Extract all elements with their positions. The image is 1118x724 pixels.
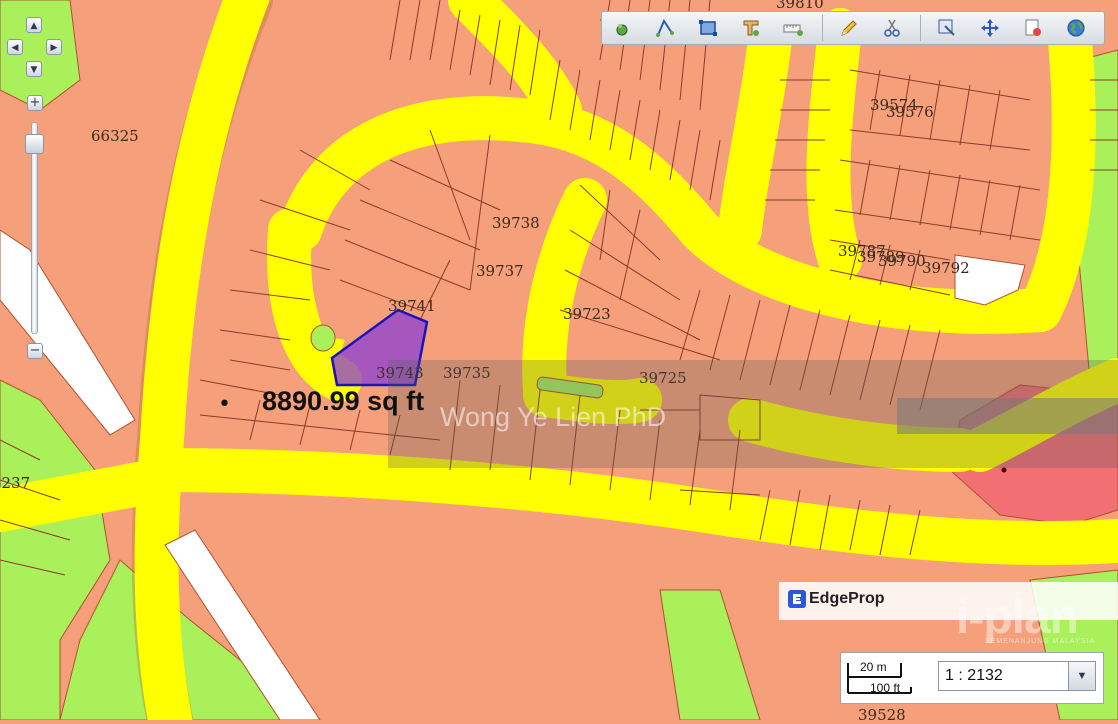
parcel-label-5237: 5237 (0, 474, 31, 492)
area-measurement: 8890.99 sq ft (262, 386, 425, 416)
zoom-out-button[interactable]: − (27, 343, 43, 359)
pan-tool[interactable] (976, 14, 1005, 42)
select-line-tool[interactable] (651, 14, 680, 42)
select-box-tool[interactable] (693, 14, 722, 42)
line-icon (656, 18, 675, 37)
point-icon (616, 24, 628, 36)
map-toolbar (601, 11, 1105, 45)
move-icon (981, 19, 1000, 37)
scale-metric-label: 20 m (860, 660, 887, 674)
parcel-label-39792: 39792 (922, 259, 970, 277)
iplan-watermark: i-plan (956, 591, 1079, 644)
globe-tool[interactable] (1061, 14, 1090, 42)
scale-ratio-value: 1 : 2132 (945, 667, 1003, 684)
measure-tool[interactable] (779, 14, 808, 42)
zoom-box-icon (938, 19, 956, 36)
pan-left-button[interactable]: ◀ (7, 39, 23, 55)
parcel-label-39790: 39790 (878, 252, 926, 270)
zoom-in-button[interactable]: + (27, 95, 43, 111)
zoom-slider-track[interactable] (31, 122, 38, 334)
pencil-icon (841, 20, 857, 36)
scale-select[interactable]: 1 : 2132 ▼ (938, 661, 1096, 691)
select-point-tool[interactable] (608, 14, 637, 42)
polygon-icon (743, 20, 759, 36)
iplan-subtitle: SEMENANJUNG MALAYSIA (985, 638, 1096, 645)
select-polygon-tool[interactable] (736, 14, 765, 42)
scissors-icon (883, 19, 900, 37)
edgeprop-mark-icon (788, 590, 806, 608)
export-icon (1025, 19, 1041, 36)
watermark-overlay-right (897, 398, 1118, 434)
roundabout-island (310, 324, 336, 352)
clear-tool[interactable] (877, 14, 906, 42)
pan-down-button[interactable]: ▼ (26, 61, 42, 77)
measurement-bullet: • (218, 392, 231, 417)
parcel-label-39576: 39576 (886, 103, 934, 121)
parcel-label-39723: 39723 (563, 305, 611, 323)
edgeprop-logo: EdgeProp (788, 590, 885, 608)
export-tool[interactable] (1019, 14, 1048, 42)
parcel-label-39528: 39528 (858, 706, 906, 724)
pan-up-button[interactable]: ▲ (26, 17, 42, 33)
watermark-text: Wong Ye Lien PhD (440, 402, 667, 432)
scale-imperial-label: 100 ft (870, 681, 901, 695)
location-marker (1001, 467, 1007, 473)
parcel-label-66325: 66325 (91, 127, 139, 145)
draw-tool[interactable] (835, 14, 864, 42)
chevron-down-icon[interactable]: ▼ (1068, 662, 1095, 690)
toolbar-separator (920, 15, 922, 41)
globe-icon (1067, 19, 1085, 37)
ruler-icon (783, 24, 804, 36)
box-icon (698, 20, 717, 36)
zoom-slider-handle[interactable] (25, 133, 44, 154)
pan-right-button[interactable]: ▶ (46, 39, 62, 55)
parcel-label-39737: 39737 (476, 262, 524, 280)
parcel-label-39741: 39741 (388, 297, 436, 315)
parcel-label-39738: 39738 (492, 214, 540, 232)
edgeprop-text: EdgeProp (809, 590, 885, 607)
zoom-box-tool[interactable] (933, 14, 962, 42)
toolbar-separator (821, 15, 823, 41)
